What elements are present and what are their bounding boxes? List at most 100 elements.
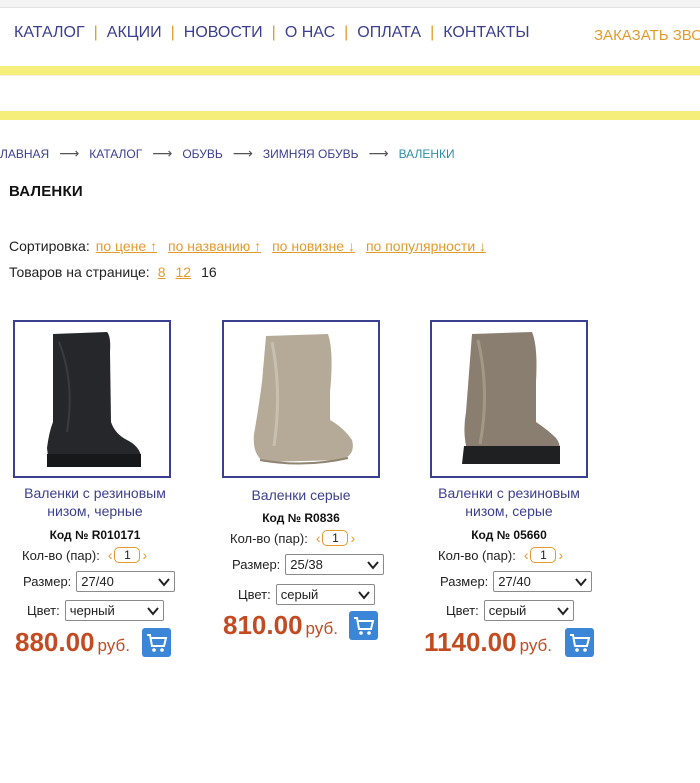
price-currency: руб. [97,636,130,655]
order-call-link[interactable]: ЗАКАЗАТЬ ЗВО [594,27,700,44]
qty-label: Кол-во (пар): [438,547,516,563]
product-name[interactable]: Валенки с резиновым [0,484,190,502]
price-value: 1140.00 [424,627,517,657]
breadcrumb-item-winter-footwear[interactable]: ЗИМНЯЯ ОБУВЬ [263,147,359,161]
per-page-row: Товаров на странице: 8 12 16 [9,264,217,280]
price-value: 810.00 [223,610,303,640]
arrow-right-icon: ⟶ [368,145,389,161]
product-price: 810.00 руб. [223,610,338,641]
nav-separator: | [170,24,175,41]
product-price: 880.00 руб. [15,627,130,658]
cart-icon [569,633,590,652]
chevron-right-icon[interactable]: › [142,547,147,563]
per-page-label: Товаров на странице: [9,264,150,280]
product-image[interactable] [13,320,171,478]
color-value: серый [280,587,319,602]
size-label: Размер: [23,574,72,589]
quantity-input[interactable]: 1 [114,547,141,563]
size-value: 27/40 [498,574,531,589]
quantity-input[interactable]: 1 [530,547,557,563]
quantity-input[interactable]: 1 [322,530,349,546]
breadcrumb-item-footwear[interactable]: ОБУВЬ [182,147,222,161]
size-select[interactable]: 27/40 [76,571,176,592]
quantity-stepper: Кол-во (пар): ‹ 1 › [438,547,565,563]
size-field: Размер: 27/40 [440,571,593,592]
black-felt-boot-image [47,332,141,467]
sort-label: Сортировка: [9,238,90,254]
product-price: 1140.00 руб. [424,627,552,658]
sort-by-price[interactable]: по цене ↑ [96,238,157,254]
yellow-band-top [0,66,700,75]
size-select[interactable]: 27/40 [493,571,593,592]
arrow-right-icon: ⟶ [232,145,253,161]
per-page-option-12[interactable]: 12 [176,264,192,280]
chevron-left-icon[interactable]: ‹ [108,547,113,563]
color-value: черный [69,603,115,618]
main-nav: КАТАЛОГ | АКЦИИ | НОВОСТИ | О НАС | ОПЛА… [14,24,530,42]
product-card: Валенки с резиновым низом, серые Код № 0… [414,320,604,665]
arrow-right-icon: ⟶ [152,145,173,161]
product-name-line2[interactable]: низом, черные [0,502,190,520]
chevron-right-icon[interactable]: › [350,530,355,546]
size-select[interactable]: 25/38 [285,554,385,575]
add-to-cart-button[interactable] [349,611,378,640]
cart-icon [353,616,374,635]
chevron-down-icon [357,590,370,600]
breadcrumb: ЛАВНАЯ ⟶ КАТАЛОГ ⟶ ОБУВЬ ⟶ ЗИМНЯЯ ОБУВЬ … [0,145,455,162]
sort-by-popularity[interactable]: по популярности ↓ [366,238,486,254]
product-card: Валенки серые Код № R0836 Кол-во (пар): … [206,320,396,665]
color-select[interactable]: серый [275,584,375,605]
nav-separator: | [271,24,276,41]
chevron-left-icon[interactable]: ‹ [316,530,321,546]
nav-item-catalog[interactable]: КАТАЛОГ [14,24,85,42]
nav-item-payment[interactable]: ОПЛАТА [357,24,421,42]
chevron-down-icon [556,606,569,616]
nav-item-promotions[interactable]: АКЦИИ [107,24,162,42]
color-field: Цвет: серый [238,584,375,605]
arrow-right-icon: ⟶ [59,145,80,161]
nav-item-news[interactable]: НОВОСТИ [184,24,263,42]
sort-row: Сортировка: по цене ↑ по названию ↑ по н… [9,238,497,254]
quantity-stepper: Кол-во (пар): ‹ 1 › [230,530,357,546]
product-name[interactable]: Валенки с резиновым [414,484,604,502]
divider [0,75,700,76]
chevron-down-icon [158,577,171,587]
color-select[interactable]: черный [64,600,164,621]
chevron-down-icon [367,560,380,570]
product-name[interactable]: Валенки серые [206,486,396,504]
yellow-band-bottom [0,111,700,120]
product-code: Код № R0836 [262,511,340,525]
size-label: Размер: [440,574,489,589]
nav-separator: | [93,24,98,41]
breadcrumb-item-home[interactable]: ЛАВНАЯ [0,147,49,161]
sort-by-name[interactable]: по названию ↑ [168,238,261,254]
chevron-down-icon [146,606,159,616]
chevron-right-icon[interactable]: › [558,547,563,563]
product-name-line2[interactable]: низом, серые [414,502,604,520]
top-strip [0,0,700,8]
product-code: Код № R010171 [49,528,141,542]
color-select[interactable]: серый [483,600,574,621]
size-field: Размер: 25/38 [232,554,385,575]
price-currency: руб. [519,636,552,655]
per-page-current: 16 [201,264,217,280]
size-value: 25/38 [290,557,323,572]
grey-felt-boot-rubber-image [462,332,560,464]
sort-by-newness[interactable]: по новизне ↓ [272,238,355,254]
chevron-left-icon[interactable]: ‹ [524,547,529,563]
color-label: Цвет: [238,587,271,602]
product-image[interactable] [222,320,380,478]
product-card: Валенки с резиновым низом, черные Код № … [0,320,190,665]
grey-felt-boot-image [253,334,353,465]
quantity-stepper: Кол-во (пар): ‹ 1 › [22,547,149,563]
nav-item-about[interactable]: О НАС [285,24,335,42]
add-to-cart-button[interactable] [142,628,171,657]
price-value: 880.00 [15,627,95,657]
per-page-option-8[interactable]: 8 [158,264,166,280]
color-label: Цвет: [27,603,60,618]
breadcrumb-item-catalog[interactable]: КАТАЛОГ [89,147,142,161]
nav-item-contacts[interactable]: КОНТАКТЫ [443,24,529,42]
add-to-cart-button[interactable] [565,628,594,657]
size-label: Размер: [232,557,281,572]
product-image[interactable] [430,320,588,478]
